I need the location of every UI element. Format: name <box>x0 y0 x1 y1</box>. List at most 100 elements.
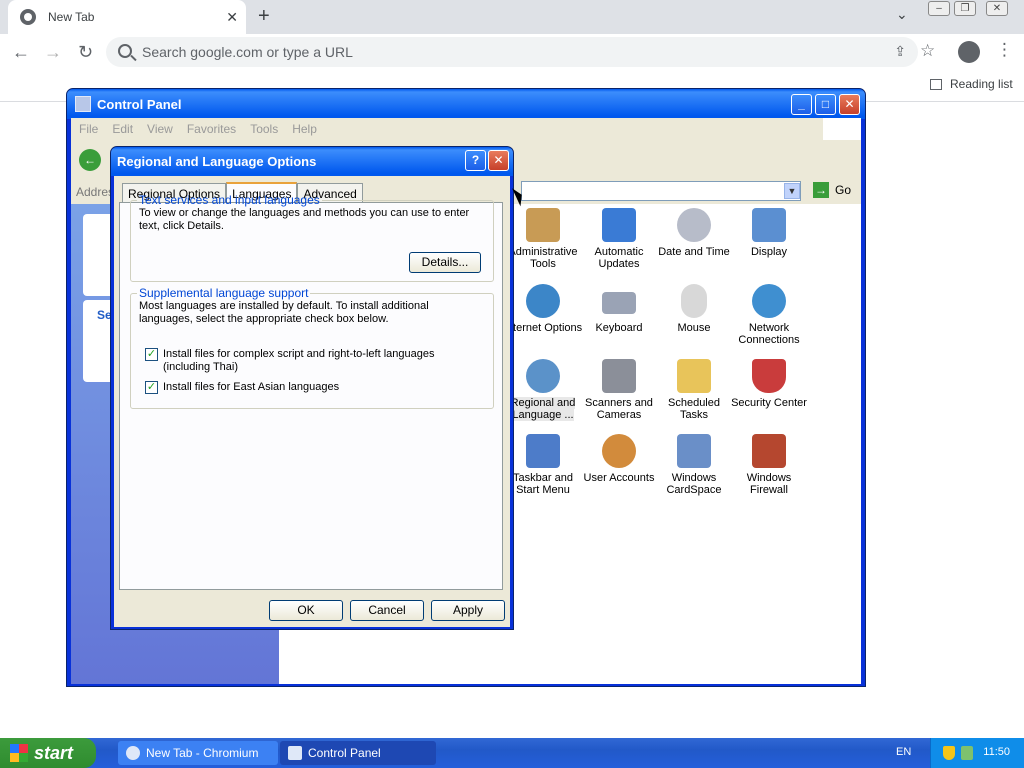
control-panel-titlebar[interactable]: Control Panel <box>67 89 865 119</box>
icon-security-center[interactable]: Security Center <box>729 359 809 409</box>
icon-administrative-tools[interactable]: Administrative Tools <box>503 208 583 270</box>
menu-edit[interactable]: Edit <box>112 122 133 136</box>
supplemental-language-group: Supplemental language support Most langu… <box>130 286 494 409</box>
apply-button[interactable]: Apply <box>431 600 505 621</box>
omnibox[interactable]: Search google.com or type a URL ⇪ <box>106 37 918 67</box>
minimize-button[interactable]: _ <box>791 94 812 115</box>
checkmark-icon: ✓ <box>145 381 158 394</box>
icon-display[interactable]: Display <box>729 208 809 258</box>
dialog-close-button[interactable]: ✕ <box>488 150 509 171</box>
folder-icon <box>677 359 711 393</box>
tab-search-chevron-icon[interactable]: ⌄ <box>896 6 908 23</box>
mouse-icon <box>681 284 707 318</box>
minimize-window-button[interactable]: ‒ <box>928 1 950 16</box>
close-tab-icon[interactable]: ✕ <box>226 9 238 26</box>
menu-kebab-icon[interactable]: ⋮ <box>996 40 1013 60</box>
notification-area: 11:50 <box>930 738 1024 768</box>
restore-window-button[interactable]: ❐ <box>954 1 976 16</box>
icon-mouse[interactable]: Mouse <box>654 284 734 334</box>
cancel-button[interactable]: Cancel <box>350 600 424 621</box>
icon-windows-firewall[interactable]: Windows Firewall <box>729 434 809 496</box>
maximize-button[interactable]: □ <box>815 94 836 115</box>
scanner-icon <box>602 359 636 393</box>
back-arrow-icon[interactable]: ← <box>12 42 30 63</box>
close-window-button[interactable]: ✕ <box>986 1 1008 16</box>
icon-taskbar-and-start-menu[interactable]: Taskbar and Start Menu <box>503 434 583 496</box>
menu-help[interactable]: Help <box>292 122 317 136</box>
icon-scanners-and-cameras[interactable]: Scanners and Cameras <box>579 359 659 421</box>
address-input[interactable]: ▼ <box>521 181 801 201</box>
go-arrow-icon: → <box>813 182 829 198</box>
share-icon[interactable]: ⇪ <box>894 43 906 60</box>
back-button[interactable]: ← <box>79 149 101 171</box>
browser-tab[interactable]: New Tab ✕ <box>8 0 246 34</box>
text-services-description: To view or change the languages and meth… <box>139 207 470 232</box>
languages-tab-panel: Text services and input languages To vie… <box>119 193 503 590</box>
clock: 11:50 <box>983 746 1010 758</box>
windows-logo-icon <box>823 118 861 140</box>
icon-scheduled-tasks[interactable]: Scheduled Tasks <box>654 359 734 421</box>
administrative-tools-icon <box>526 208 560 242</box>
dialog-title: Regional and Language Options <box>117 154 317 169</box>
complex-script-checkbox[interactable]: ✓ Install files for complex script and ri… <box>145 348 475 374</box>
omnibox-placeholder: Search google.com or type a URL <box>142 44 353 60</box>
taskbar-item-control-panel[interactable]: Control Panel <box>280 741 436 765</box>
icon-user-accounts[interactable]: User Accounts <box>579 434 659 484</box>
chrome-icon <box>20 9 36 25</box>
icon-automatic-updates[interactable]: Automatic Updates <box>579 208 659 270</box>
keyboard-icon <box>602 292 636 314</box>
forward-arrow-icon[interactable]: → <box>44 42 62 63</box>
close-button[interactable]: ✕ <box>839 94 860 115</box>
icon-regional-and-language[interactable]: Regional and Language ... <box>503 359 583 421</box>
start-button[interactable]: start <box>0 738 96 768</box>
east-asian-checkbox[interactable]: ✓ Install files for East Asian languages <box>145 381 475 394</box>
bookmark-star-icon[interactable]: ☆ <box>920 41 935 61</box>
reload-icon[interactable]: ↻ <box>78 42 93 63</box>
browser-tab-strip: New Tab ✕ + ⌄ ‒ ❐ ✕ <box>0 0 1024 34</box>
browser-toolbar: ← → ↻ Search google.com or type a URL ⇪ … <box>0 34 1024 70</box>
menu-favorites[interactable]: Favorites <box>187 122 236 136</box>
ok-button[interactable]: OK <box>269 600 343 621</box>
regional-language-dialog: Regional and Language Options ? ✕ Region… <box>110 146 514 630</box>
help-button[interactable]: ? <box>465 150 486 171</box>
regional-globe-icon <box>526 359 560 393</box>
text-services-legend: Text services and input languages <box>139 193 320 207</box>
taskbar-icon <box>526 434 560 468</box>
details-button[interactable]: Details... <box>409 252 481 273</box>
language-indicator[interactable]: EN <box>896 746 911 758</box>
windows-flag-icon <box>10 744 28 762</box>
icon-date-and-time[interactable]: Date and Time <box>654 208 734 258</box>
menu-bar: File Edit View Favorites Tools Help <box>71 118 861 140</box>
profile-avatar-icon[interactable] <box>958 41 980 63</box>
menu-file[interactable]: File <box>79 122 98 136</box>
checkmark-icon: ✓ <box>145 348 158 361</box>
chevron-down-icon[interactable]: ▼ <box>784 183 800 199</box>
chromium-icon <box>126 746 140 760</box>
taskbar: start New Tab - Chromium Control Panel E… <box>0 738 1024 768</box>
control-panel-icon <box>288 746 302 760</box>
security-shield-icon[interactable] <box>943 746 955 760</box>
control-panel-title: Control Panel <box>97 96 182 112</box>
reading-list-button[interactable]: Reading list <box>930 77 1013 91</box>
network-icon[interactable] <box>961 746 973 760</box>
tab-title: New Tab <box>48 10 95 24</box>
network-globe-icon <box>752 284 786 318</box>
control-panel-icon <box>75 96 91 112</box>
icon-internet-options[interactable]: Internet Options <box>503 284 583 334</box>
text-services-group: Text services and input languages To vie… <box>130 193 494 282</box>
icon-network-connections[interactable]: Network Connections <box>729 284 809 346</box>
icon-windows-cardspace[interactable]: Windows CardSpace <box>654 434 734 496</box>
internet-options-icon <box>526 284 560 318</box>
dialog-titlebar[interactable]: Regional and Language Options <box>111 147 513 176</box>
new-tab-button[interactable]: + <box>258 5 270 28</box>
menu-tools[interactable]: Tools <box>250 122 278 136</box>
system-tray: EN 11:50 <box>880 738 1024 768</box>
dialog-body: Regional Options Languages Advanced Text… <box>114 176 510 627</box>
shield-icon <box>752 359 786 393</box>
reading-list-icon <box>930 79 942 91</box>
display-icon <box>752 208 786 242</box>
taskbar-item-chromium[interactable]: New Tab - Chromium <box>118 741 278 765</box>
icon-keyboard[interactable]: Keyboard <box>579 284 659 334</box>
go-button[interactable]: → Go <box>813 182 851 198</box>
menu-view[interactable]: View <box>147 122 173 136</box>
